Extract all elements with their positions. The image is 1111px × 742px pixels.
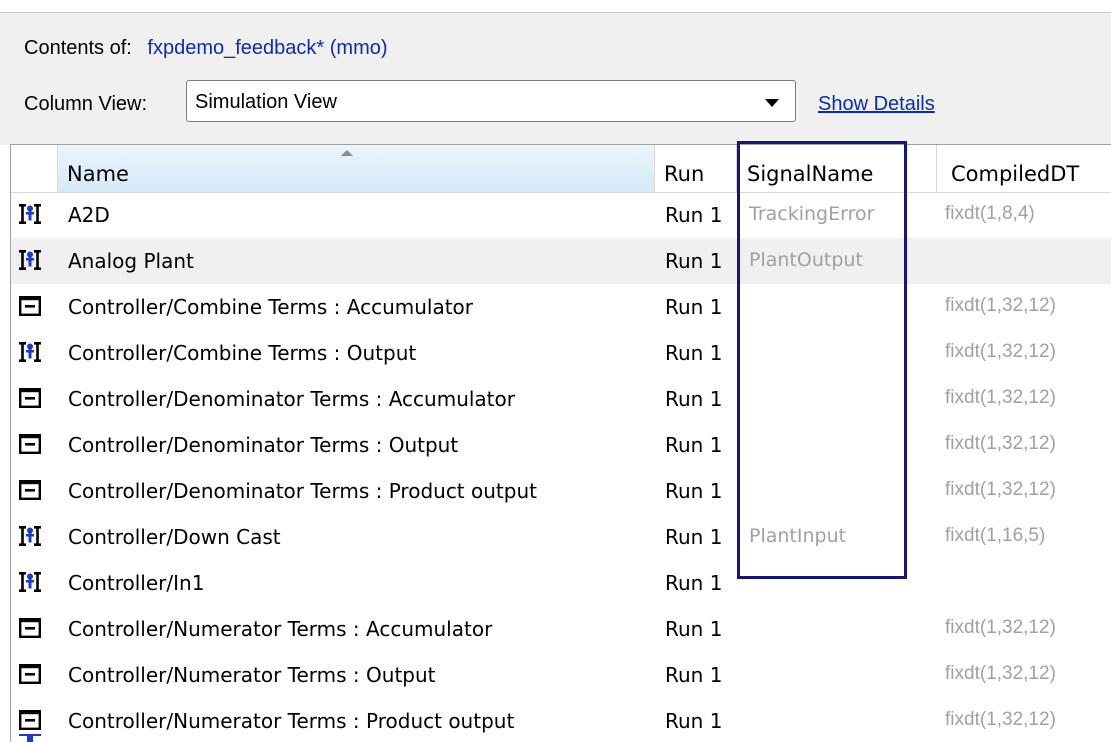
accumulator-icon (19, 710, 41, 730)
signal-icon (19, 204, 41, 224)
row-run: Run 1 (665, 341, 723, 365)
column-header-name[interactable]: Name (57, 145, 655, 192)
column-header-signalname[interactable]: SignalName (737, 145, 937, 192)
row-name: Controller/Denominator Terms : Product o… (68, 479, 537, 503)
table-row[interactable]: Controller/Numerator Terms : Accumulator… (11, 606, 1111, 652)
row-signalname: PlantInput (749, 525, 847, 547)
table-row[interactable]: Analog Plant Run 1 PlantOutput (11, 238, 1111, 284)
row-run: Run 1 (665, 709, 723, 733)
row-compileddt: fixdt(1,16,5) (945, 525, 1046, 546)
column-header-run-label: Run (664, 162, 705, 186)
row-name: Controller/Numerator Terms : Product out… (68, 709, 515, 733)
row-signalname: TrackingError (749, 203, 875, 225)
accumulator-icon (19, 388, 41, 408)
row-name: Controller/Combine Terms : Accumulator (68, 295, 474, 319)
row-compileddt: fixdt(1,8,4) (945, 203, 1035, 224)
row-compileddt: fixdt(1,32,12) (945, 479, 1056, 500)
table-header: Name Run SignalName CompiledDT (11, 145, 1111, 193)
table-row[interactable]: Controller/In1 Run 1 (11, 560, 1111, 606)
model-name-link[interactable]: fxpdemo_feedback* (mmo) (147, 37, 387, 59)
row-name: Controller/Denominator Terms : Accumulat… (68, 387, 515, 411)
row-run: Run 1 (665, 249, 723, 273)
row-name: Controller/Numerator Terms : Accumulator (68, 617, 493, 641)
table-row[interactable]: Controller/Denominator Terms : Output Run… (11, 422, 1111, 468)
results-table: Name Run SignalName CompiledDT A2D Run 1 T… (10, 144, 1111, 742)
table-row[interactable]: A2D Run 1 TrackingError fixdt(1,8,4) (11, 192, 1111, 238)
accumulator-icon (19, 296, 41, 316)
row-compileddt: fixdt(1,32,12) (945, 709, 1056, 730)
row-run: Run 1 (665, 525, 723, 549)
column-header-name-label: Name (67, 162, 129, 186)
row-run: Run 1 (665, 571, 723, 595)
show-details-link[interactable]: Show Details (818, 93, 935, 116)
signal-icon (19, 342, 41, 362)
column-header-compileddt-label: CompiledDT (951, 162, 1080, 186)
row-run: Run 1 (665, 387, 723, 411)
column-header-run[interactable]: Run (655, 145, 737, 192)
table-row[interactable]: Controller/Numerator Terms : Product out… (11, 698, 1111, 742)
dropdown-arrow-icon (765, 99, 779, 107)
signal-icon (19, 526, 41, 546)
accumulator-icon (19, 434, 41, 454)
column-view-label: Column View: (24, 93, 148, 115)
accumulator-icon (19, 480, 41, 500)
row-run: Run 1 (665, 203, 723, 227)
row-name: A2D (68, 203, 110, 227)
accumulator-icon (19, 618, 41, 638)
table-row[interactable]: Controller/Denominator Terms : Accumulat… (11, 376, 1111, 422)
row-run: Run 1 (665, 617, 723, 641)
row-compileddt: fixdt(1,32,12) (945, 387, 1056, 408)
top-strip (0, 0, 1111, 12)
row-name: Analog Plant (68, 249, 194, 273)
row-name: Controller/Down Cast (68, 525, 281, 549)
row-signalname: PlantOutput (749, 249, 863, 271)
row-name: Controller/Combine Terms : Output (68, 341, 417, 365)
row-run: Run 1 (665, 433, 723, 457)
column-view-selected: Simulation View (195, 91, 337, 113)
column-view-dropdown[interactable]: Simulation View (186, 80, 796, 122)
table-row[interactable]: Controller/Numerator Terms : Output Run 1… (11, 652, 1111, 698)
row-compileddt: fixdt(1,32,12) (945, 433, 1056, 454)
row-compileddt: fixdt(1,32,12) (945, 663, 1056, 684)
row-name: Controller/In1 (68, 571, 205, 595)
row-compileddt: fixdt(1,32,12) (945, 295, 1056, 316)
column-header-compileddt[interactable]: CompiledDT (937, 145, 1111, 192)
row-compileddt: fixdt(1,32,12) (945, 617, 1056, 638)
contents-line: Contents of: fxpdemo_feedback* (mmo) (24, 37, 388, 60)
contents-header-panel: Contents of: fxpdemo_feedback* (mmo) Col… (0, 12, 1111, 145)
table-row[interactable]: Controller/Denominator Terms : Product o… (11, 468, 1111, 514)
column-header-signalname-label: SignalName (747, 162, 874, 186)
table-row[interactable]: Controller/Combine Terms : Output Run 1 fi… (11, 330, 1111, 376)
table-row[interactable]: Controller/Combine Terms : Accumulator Ru… (11, 284, 1111, 330)
contents-label: Contents of: (24, 37, 132, 59)
row-run: Run 1 (665, 663, 723, 687)
signal-icon (19, 572, 41, 592)
table-row[interactable]: Controller/Down Cast Run 1 PlantInput fixdt… (11, 514, 1111, 560)
row-compileddt: fixdt(1,32,12) (945, 341, 1056, 362)
signal-icon (19, 250, 41, 270)
accumulator-icon (19, 664, 41, 684)
sort-ascending-icon (341, 150, 353, 156)
row-name: Controller/Denominator Terms : Output (68, 433, 459, 457)
row-run: Run 1 (665, 295, 723, 319)
row-name: Controller/Numerator Terms : Output (68, 663, 436, 687)
row-run: Run 1 (665, 479, 723, 503)
